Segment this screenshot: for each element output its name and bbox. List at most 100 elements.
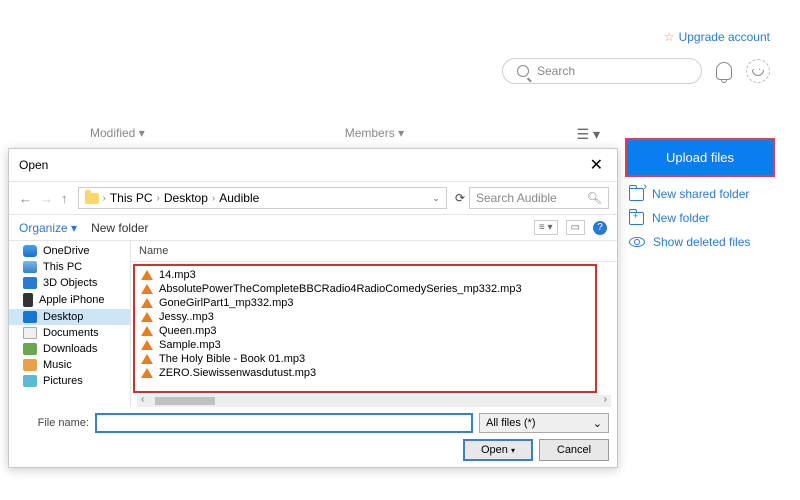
- file-pane: Name 14.mp3AbsolutePowerTheCompleteBBCRa…: [131, 241, 617, 407]
- tree-item[interactable]: Downloads: [9, 341, 130, 357]
- location-icon: [23, 375, 37, 387]
- shared-folder-icon: [629, 188, 644, 201]
- tree-item-label: Pictures: [43, 375, 83, 387]
- tree-item-label: Downloads: [43, 343, 97, 355]
- tree-item[interactable]: Desktop: [9, 309, 130, 325]
- tree-item[interactable]: 3D Objects: [9, 275, 130, 291]
- forward-button[interactable]: →: [38, 191, 55, 206]
- dialog-toolbar: Organize ▾ New folder ≡ ▾ ▭ ?: [9, 215, 617, 241]
- file-name: ZERO.Siewissenwasdutust.mp3: [159, 367, 316, 379]
- tree-item-label: Desktop: [43, 311, 83, 323]
- global-search-input[interactable]: Search: [502, 58, 702, 84]
- location-icon: [23, 311, 37, 323]
- dialog-footer: File name: All files (*) ⌄ Open ▾ Cancel: [9, 407, 617, 467]
- file-row[interactable]: Queen.mp3: [135, 324, 595, 338]
- file-row[interactable]: Sample.mp3: [135, 338, 595, 352]
- close-dialog-button[interactable]: ✕: [586, 155, 607, 175]
- account-avatar-icon[interactable]: [746, 59, 770, 83]
- tree-item[interactable]: Documents: [9, 325, 130, 341]
- file-name: 14.mp3: [159, 269, 196, 281]
- tree-item[interactable]: Music: [9, 357, 130, 373]
- file-name: GoneGirlPart1_mp332.mp3: [159, 297, 294, 309]
- link-label: Show deleted files: [653, 235, 750, 249]
- tree-item[interactable]: This PC: [9, 259, 130, 275]
- upgrade-label: Upgrade account: [679, 30, 770, 44]
- column-header-name[interactable]: Name: [131, 241, 617, 262]
- file-type-select[interactable]: All files (*) ⌄: [479, 413, 609, 433]
- vlc-cone-icon: [141, 312, 153, 322]
- file-row[interactable]: GoneGirlPart1_mp332.mp3: [135, 296, 595, 310]
- vlc-cone-icon: [141, 340, 153, 350]
- page-header: ☆ Upgrade account Search: [502, 30, 770, 84]
- tree-item[interactable]: Pictures: [9, 373, 130, 389]
- cancel-button[interactable]: Cancel: [539, 439, 609, 461]
- new-folder-link[interactable]: New folder: [625, 211, 775, 225]
- nav-tree[interactable]: OneDrive This PC 3D Objects Apple iPhone Des…: [9, 241, 131, 407]
- back-button[interactable]: ←: [17, 191, 34, 206]
- vlc-cone-icon: [141, 368, 153, 378]
- open-button[interactable]: Open ▾: [463, 439, 533, 461]
- chevron-down-icon[interactable]: ⌄: [432, 193, 440, 204]
- preview-pane-button[interactable]: ▭: [566, 220, 585, 235]
- location-icon: [23, 293, 33, 307]
- file-row[interactable]: Jessy..mp3: [135, 310, 595, 324]
- vlc-cone-icon: [141, 326, 153, 336]
- file-name-input[interactable]: [95, 413, 473, 433]
- breadcrumb-root[interactable]: This PC: [110, 191, 153, 205]
- open-file-dialog: Open ✕ ← → ↑ › This PC › Desktop › Audib…: [8, 148, 618, 468]
- location-icon: [23, 327, 37, 339]
- location-icon: [23, 277, 37, 289]
- file-row[interactable]: 14.mp3: [135, 268, 595, 282]
- dialog-navigation-row: ← → ↑ › This PC › Desktop › Audible ⌄ ⟳ …: [9, 182, 617, 215]
- location-icon: [23, 245, 37, 257]
- folder-plus-icon: [629, 212, 644, 225]
- tree-item-label: This PC: [43, 261, 82, 273]
- dialog-titlebar: Open ✕: [9, 149, 617, 182]
- dialog-title: Open: [19, 158, 48, 172]
- file-type-value: All files (*): [486, 417, 536, 429]
- file-row[interactable]: AbsolutePowerTheCompleteBBCRadio4RadioCo…: [135, 282, 595, 296]
- breadcrumb-bar[interactable]: › This PC › Desktop › Audible ⌄: [78, 187, 447, 209]
- search-icon: 🔍︎: [587, 191, 602, 205]
- new-shared-folder-link[interactable]: New shared folder: [625, 187, 775, 201]
- vlc-cone-icon: [141, 270, 153, 280]
- help-button[interactable]: ?: [593, 221, 607, 235]
- scroll-right-icon[interactable]: ›: [604, 394, 607, 405]
- notifications-icon[interactable]: [716, 62, 732, 80]
- breadcrumb-a[interactable]: Desktop: [164, 191, 208, 205]
- file-row[interactable]: ZERO.Siewissenwasdutust.mp3: [135, 366, 595, 380]
- vlc-cone-icon: [141, 298, 153, 308]
- organize-menu[interactable]: Organize ▾: [19, 221, 77, 235]
- file-list[interactable]: 14.mp3AbsolutePowerTheCompleteBBCRadio4R…: [133, 264, 597, 393]
- tree-item-label: 3D Objects: [43, 277, 97, 289]
- tree-item-label: Documents: [43, 327, 99, 339]
- new-folder-button[interactable]: New folder: [91, 221, 148, 235]
- folder-icon: [85, 193, 99, 204]
- view-mode-icon[interactable]: ☰ ▾: [577, 126, 600, 143]
- vlc-cone-icon: [141, 354, 153, 364]
- dialog-search-input[interactable]: Search Audible 🔍︎: [469, 187, 609, 209]
- chevron-down-icon: ⌄: [593, 417, 602, 430]
- upgrade-account-link[interactable]: ☆ Upgrade account: [664, 30, 770, 44]
- dialog-search-placeholder: Search Audible: [476, 191, 557, 205]
- tree-item-label: Apple iPhone: [39, 294, 104, 306]
- eye-icon: [629, 237, 645, 247]
- show-deleted-link[interactable]: Show deleted files: [625, 235, 775, 249]
- scroll-left-icon[interactable]: ‹: [141, 394, 144, 405]
- location-icon: [23, 261, 37, 273]
- breadcrumb-b[interactable]: Audible: [219, 191, 259, 205]
- horizontal-scrollbar[interactable]: ‹ ›: [137, 395, 611, 407]
- view-options-button[interactable]: ≡ ▾: [534, 220, 558, 235]
- refresh-button[interactable]: ⟳: [455, 191, 465, 205]
- file-name: Jessy..mp3: [159, 311, 214, 323]
- col-modified[interactable]: Modified ▾: [90, 126, 145, 140]
- file-row[interactable]: The Holy Bible - Book 01.mp3: [135, 352, 595, 366]
- tree-item[interactable]: OneDrive: [9, 243, 130, 259]
- upload-files-button[interactable]: Upload files: [625, 138, 775, 177]
- link-label: New folder: [652, 211, 709, 225]
- file-name: Queen.mp3: [159, 325, 216, 337]
- col-members[interactable]: Members ▾: [345, 126, 404, 140]
- up-button[interactable]: ↑: [59, 191, 70, 206]
- tree-item[interactable]: Apple iPhone: [9, 291, 130, 309]
- tree-item-label: Music: [43, 359, 72, 371]
